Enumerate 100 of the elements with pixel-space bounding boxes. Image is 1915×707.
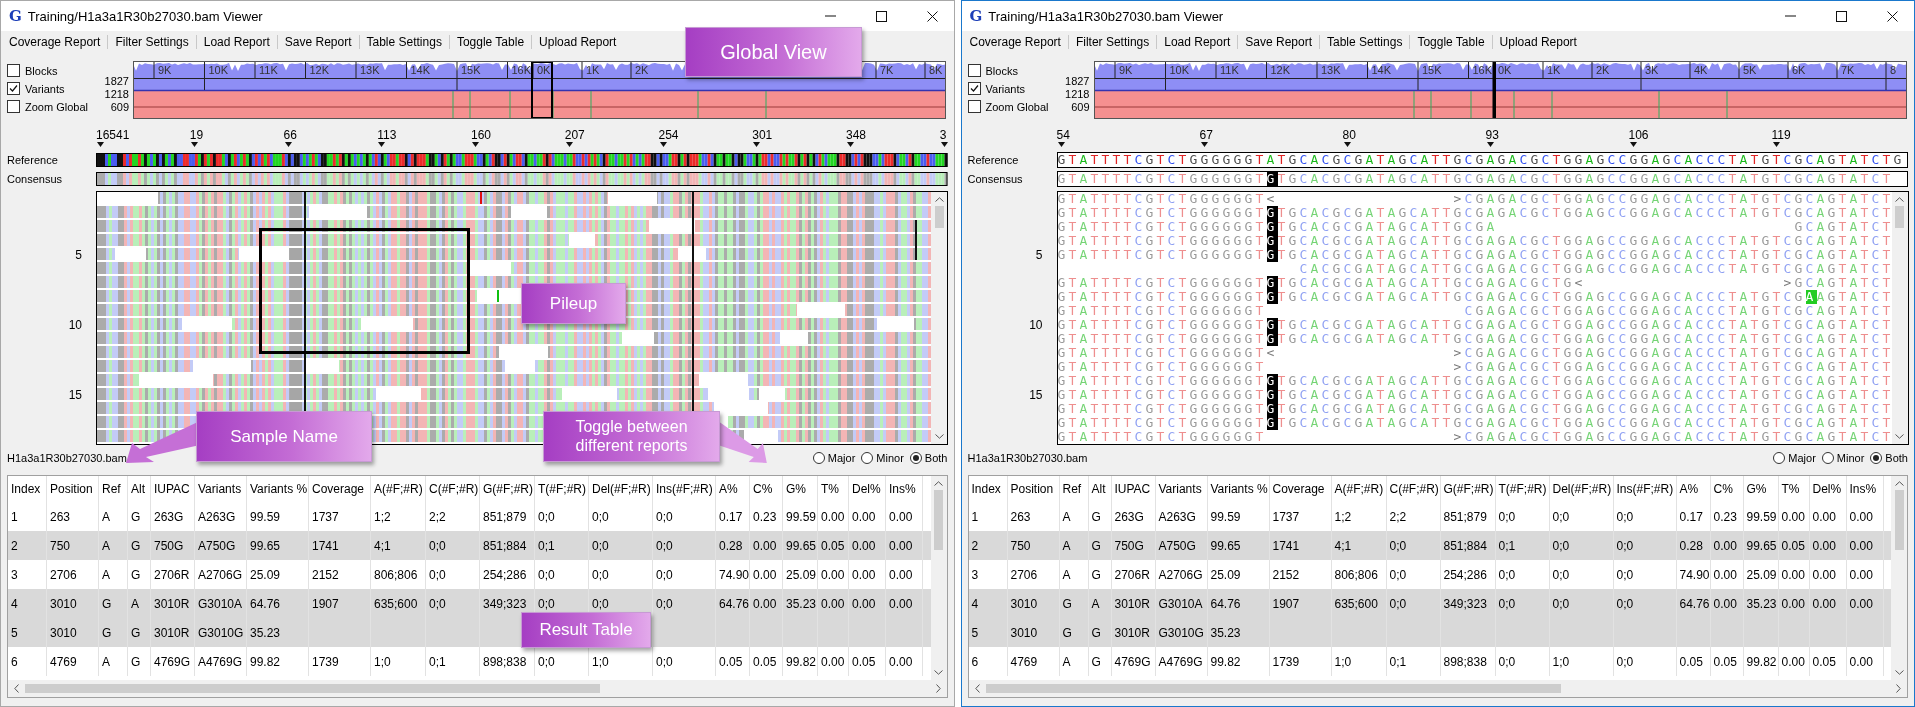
column-header[interactable]: IUPAC: [151, 476, 195, 502]
menu-item[interactable]: Filter Settings: [108, 32, 196, 52]
chevron-up-icon[interactable]: [1894, 481, 1904, 486]
chevron-up-icon[interactable]: [934, 481, 943, 486]
column-header[interactable]: G%: [783, 476, 818, 502]
checkbox[interactable]: [7, 100, 20, 113]
radio-button[interactable]: [812, 452, 825, 464]
radio-label[interactable]: Both: [924, 452, 948, 464]
checkbox-label[interactable]: Zoom Global: [25, 100, 88, 113]
table-row[interactable]: 4 3010 G A 3010R G3010A 64.76 1907 635;600 0;0 349;323 0;0 0;0 0;0 64.76 0.00 35.23 0.00 0.00 0.00: [8, 589, 931, 618]
column-header[interactable]: Del(#F;#R): [1549, 476, 1614, 502]
table-row[interactable]: 5 3010 G G 3010R G3010G 35.23: [968, 618, 1891, 647]
view-marker[interactable]: [1492, 61, 1496, 119]
menu-item[interactable]: Upload Report: [532, 32, 624, 52]
checkbox-label[interactable]: Variants: [25, 82, 65, 95]
column-header[interactable]: Coverage: [309, 476, 371, 502]
menu-item[interactable]: Coverage Report: [2, 32, 108, 52]
table-row[interactable]: 6 4769 A G 4769G A4769G 99.82 1739 1;0 0;1 898;838 0;0 1;0 0;0 0.05 0.05 99.82 0.00 0.05 0.00: [968, 647, 1891, 676]
checkbox[interactable]: [7, 82, 20, 95]
checkbox-label[interactable]: Blocks: [25, 64, 58, 77]
chevron-left-icon[interactable]: [14, 684, 19, 693]
column-header[interactable]: Position: [1007, 476, 1060, 502]
scrollbar-thumb[interactable]: [985, 684, 1561, 693]
close-icon[interactable]: [926, 10, 938, 22]
menu-item[interactable]: Save Report: [1238, 32, 1319, 52]
column-header[interactable]: A%: [1676, 476, 1711, 502]
table-row[interactable]: 2 750 A G 750G A750G 99.65 1741 4;1 0;0 851;884 0;1 0;0 0;0 0.28 0.00 99.65 0.05 0.00 0.00: [8, 531, 931, 560]
column-header[interactable]: A(#F;#R): [371, 476, 426, 502]
column-header[interactable]: Del%: [1809, 476, 1847, 502]
column-header[interactable]: Coverage: [1269, 476, 1332, 502]
menu-item[interactable]: Table Settings: [359, 32, 449, 52]
radio-label[interactable]: Minor: [1836, 452, 1865, 464]
chevron-right-icon[interactable]: [935, 684, 941, 693]
view-marker[interactable]: [531, 61, 553, 119]
radio-label[interactable]: Minor: [876, 452, 904, 464]
table-row[interactable]: 4 3010 G A 3010R G3010A 64.76 1907 635;600 0;0 349;323 0;0 0;0 0;0 64.76 0.00 35.23 0.00 0.00 0.00: [968, 589, 1891, 618]
column-header[interactable]: Position: [47, 476, 99, 502]
column-header[interactable]: Ref: [1059, 476, 1089, 502]
vertical-scrollbar[interactable]: [930, 476, 947, 680]
column-header[interactable]: Ins%: [1846, 476, 1884, 502]
scrollbar-thumb[interactable]: [934, 490, 943, 550]
maximize-icon[interactable]: [875, 10, 887, 22]
scrollbar-thumb[interactable]: [1895, 206, 1904, 228]
column-header[interactable]: C(#F;#R): [426, 476, 480, 502]
radio-button[interactable]: [861, 452, 874, 464]
menu-item[interactable]: Upload Report: [1492, 32, 1584, 52]
column-header[interactable]: Index: [968, 476, 1008, 502]
radio-button[interactable]: [1773, 452, 1786, 464]
checkbox[interactable]: [967, 64, 981, 77]
scrollbar-thumb[interactable]: [25, 684, 600, 693]
menu-item[interactable]: Load Report: [196, 32, 277, 52]
radio-label[interactable]: Both: [1885, 452, 1908, 464]
column-header[interactable]: G(#F;#R): [1440, 476, 1496, 502]
checkbox-label[interactable]: Zoom Global: [985, 100, 1049, 113]
menu-item[interactable]: Toggle Table: [449, 32, 532, 52]
column-header[interactable]: T%: [1778, 476, 1810, 502]
column-header[interactable]: Alt: [1088, 476, 1112, 502]
column-header[interactable]: A%: [716, 476, 750, 502]
scrollbar-thumb[interactable]: [934, 206, 944, 228]
menu-item[interactable]: Load Report: [1157, 32, 1238, 52]
chevron-left-icon[interactable]: [974, 684, 980, 693]
radio-label[interactable]: Major: [827, 452, 856, 464]
menu-item[interactable]: Save Report: [277, 32, 359, 52]
menu-item[interactable]: Filter Settings: [1068, 32, 1157, 52]
column-header[interactable]: T(#F;#R): [1495, 476, 1550, 502]
column-header[interactable]: Ins(#F;#R): [653, 476, 716, 502]
vertical-scrollbar[interactable]: [1891, 476, 1907, 680]
column-header[interactable]: Ins(#F;#R): [1613, 476, 1677, 502]
column-header[interactable]: Index: [8, 476, 47, 502]
column-header[interactable]: Del%: [849, 476, 886, 502]
checkbox[interactable]: [967, 82, 981, 95]
column-header[interactable]: Alt: [128, 476, 151, 502]
column-header[interactable]: G(#F;#R): [480, 476, 535, 502]
chevron-down-icon[interactable]: [1895, 434, 1904, 439]
chevron-down-icon[interactable]: [934, 670, 943, 675]
column-header[interactable]: A(#F;#R): [1331, 476, 1387, 502]
radio-button[interactable]: [1821, 452, 1834, 464]
table-row[interactable]: 2 750 A G 750G A750G 99.65 1741 4;1 0;0 851;884 0;1 0;0 0;0 0.28 0.00 99.65 0.05 0.00 0.00: [968, 531, 1891, 560]
horizontal-scrollbar[interactable]: [968, 680, 1907, 697]
column-header[interactable]: Ref: [99, 476, 128, 502]
chevron-up-icon[interactable]: [1895, 197, 1904, 202]
horizontal-scrollbar[interactable]: [8, 680, 947, 697]
column-header[interactable]: C%: [750, 476, 783, 502]
radio-label[interactable]: Major: [1788, 452, 1816, 464]
checkbox-label[interactable]: Blocks: [985, 64, 1018, 77]
checkbox-label[interactable]: Variants: [985, 82, 1026, 95]
vertical-scrollbar[interactable]: [1891, 192, 1908, 444]
radio-button[interactable]: [1870, 452, 1883, 464]
chevron-down-icon[interactable]: [934, 434, 944, 439]
scrollbar-thumb[interactable]: [1894, 490, 1904, 550]
column-header[interactable]: Del(#F;#R): [589, 476, 653, 502]
chevron-right-icon[interactable]: [1896, 684, 1901, 693]
checkbox[interactable]: [7, 64, 20, 77]
close-icon[interactable]: [1887, 10, 1898, 22]
menu-item[interactable]: Coverage Report: [962, 32, 1068, 52]
menu-item[interactable]: Table Settings: [1320, 32, 1410, 52]
chevron-down-icon[interactable]: [1894, 670, 1904, 675]
chevron-up-icon[interactable]: [934, 197, 944, 202]
checkbox[interactable]: [967, 100, 981, 113]
column-header[interactable]: C%: [1710, 476, 1744, 502]
